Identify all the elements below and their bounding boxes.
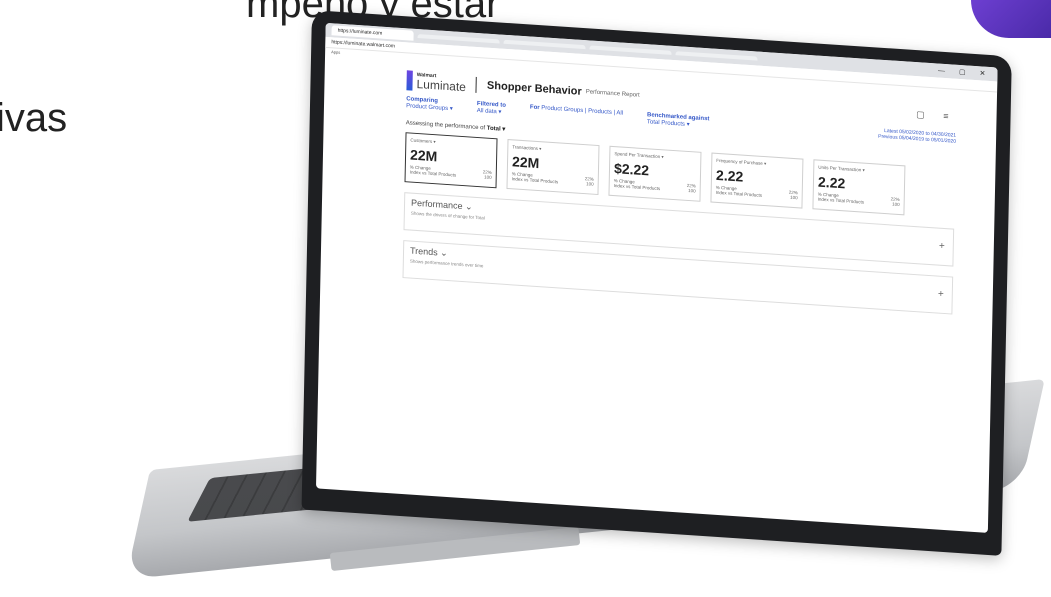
kpi-card-units[interactable]: Units Per Transaction ▾ 2.22 % Change 22%… <box>812 159 906 216</box>
kpi-card-transactions[interactable]: Transactions ▾ 22M % Change 22% Index vs … <box>506 139 600 196</box>
kpi-index: 100 <box>688 187 696 194</box>
kpi-card-customers[interactable]: Customers ▾ 22M % Change 22% Index vs Tot… <box>404 132 498 189</box>
kpi-index: 100 <box>790 194 798 201</box>
menu-icon[interactable]: ≡ <box>943 110 956 121</box>
comparing-filter[interactable]: Comparing Product Groups ▾ <box>406 96 453 112</box>
slide-text-fragment: ivas <box>0 96 68 140</box>
kpi-index: 100 <box>586 181 594 187</box>
window-controls-icon[interactable]: — ▢ ✕ <box>938 67 992 79</box>
header-actions: ▢ ≡ <box>916 109 956 123</box>
filtered-filter[interactable]: Filtered to All data ▾ <box>477 101 506 116</box>
page-subtitle: Performance Report <box>585 89 640 99</box>
benchmark-filter[interactable]: Benchmarked against Total Products ▾ <box>647 112 710 129</box>
corner-decoration <box>971 0 1051 38</box>
browser-tab[interactable] <box>675 51 758 61</box>
calendar-icon[interactable]: ▢ <box>916 109 933 120</box>
laptop-lid: https://luminate.com — ▢ ✕ https://lumin… <box>301 10 1012 556</box>
expand-plus-icon[interactable]: + <box>939 241 945 252</box>
for-label: For <box>529 104 540 112</box>
page-title: Shopper Behavior <box>486 79 582 98</box>
browser-tab[interactable] <box>417 34 500 44</box>
browser-tab[interactable] <box>589 45 672 55</box>
kpi-card-spend[interactable]: Spend Per Transaction ▾ $2.22 % Change 22… <box>608 145 702 202</box>
laptop-screen: https://luminate.com — ▢ ✕ https://lumin… <box>315 22 998 533</box>
browser-tab[interactable] <box>503 39 586 50</box>
luminate-logo-icon <box>406 70 413 91</box>
filtered-value[interactable]: All data ▾ <box>477 107 506 116</box>
brand-logo[interactable]: Walmart Luminate <box>416 71 467 94</box>
kpi-card-frequency[interactable]: Frequency of Purchase ▾ 2.22 % Change 22%… <box>710 152 804 209</box>
header-divider <box>475 76 478 93</box>
kpi-index: 100 <box>892 201 900 208</box>
assess-dropdown[interactable]: Total ▾ <box>487 126 506 133</box>
brand-main: Luminate <box>416 76 467 94</box>
kpi-index: 100 <box>484 174 492 180</box>
expand-plus-icon[interactable]: + <box>938 289 944 300</box>
